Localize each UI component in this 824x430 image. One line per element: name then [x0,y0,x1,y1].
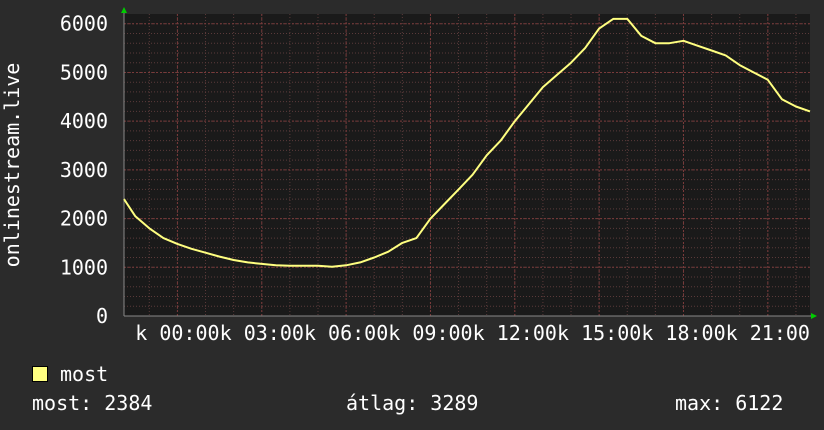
y-tick-label: 0 [96,304,108,328]
stat-average: átlag: 3289 [346,391,479,415]
y-tick-label: 6000 [60,12,108,36]
y-tick-label: 3000 [60,158,108,182]
y-tick-label: 5000 [60,60,108,84]
legend-label-most: most [60,362,109,386]
legend: most [32,362,108,386]
y-axis-label: onlinestream.live [0,63,24,268]
x-tick-label: k 06:00 [304,321,388,345]
x-tick-label: k 18:00 [641,321,725,345]
x-tick-label: k 00:00 [135,321,219,345]
legend-swatch-most [32,366,48,382]
x-tick-labels: k 00:00 k 03:00 k 06:00 k 09:00 k 12:00 k 15:… [135,321,810,345]
x-tick-label: k 03:00 [220,321,304,345]
x-axis-arrow [811,313,817,319]
y-tick-label: 1000 [60,255,108,279]
y-tick-label: 2000 [60,207,108,231]
plot-area [124,14,810,316]
stat-max: max: 6122 [675,391,784,415]
y-tick-labels: 0 1000 2000 3000 4000 5000 6000 [60,12,108,328]
x-tick-label: k 15:00 [557,321,641,345]
x-tick-label: k 12:00 [473,321,557,345]
y-tick-label: 4000 [60,109,108,133]
chart: 0 1000 2000 3000 4000 5000 6000 k 00:00 k 03:00… [0,7,817,345]
x-tick-label: k 21:00 [726,321,810,345]
x-tick-label: k 09:00 [388,321,472,345]
y-axis-arrow [121,7,127,13]
stat-current: most: 2384 [32,391,153,415]
